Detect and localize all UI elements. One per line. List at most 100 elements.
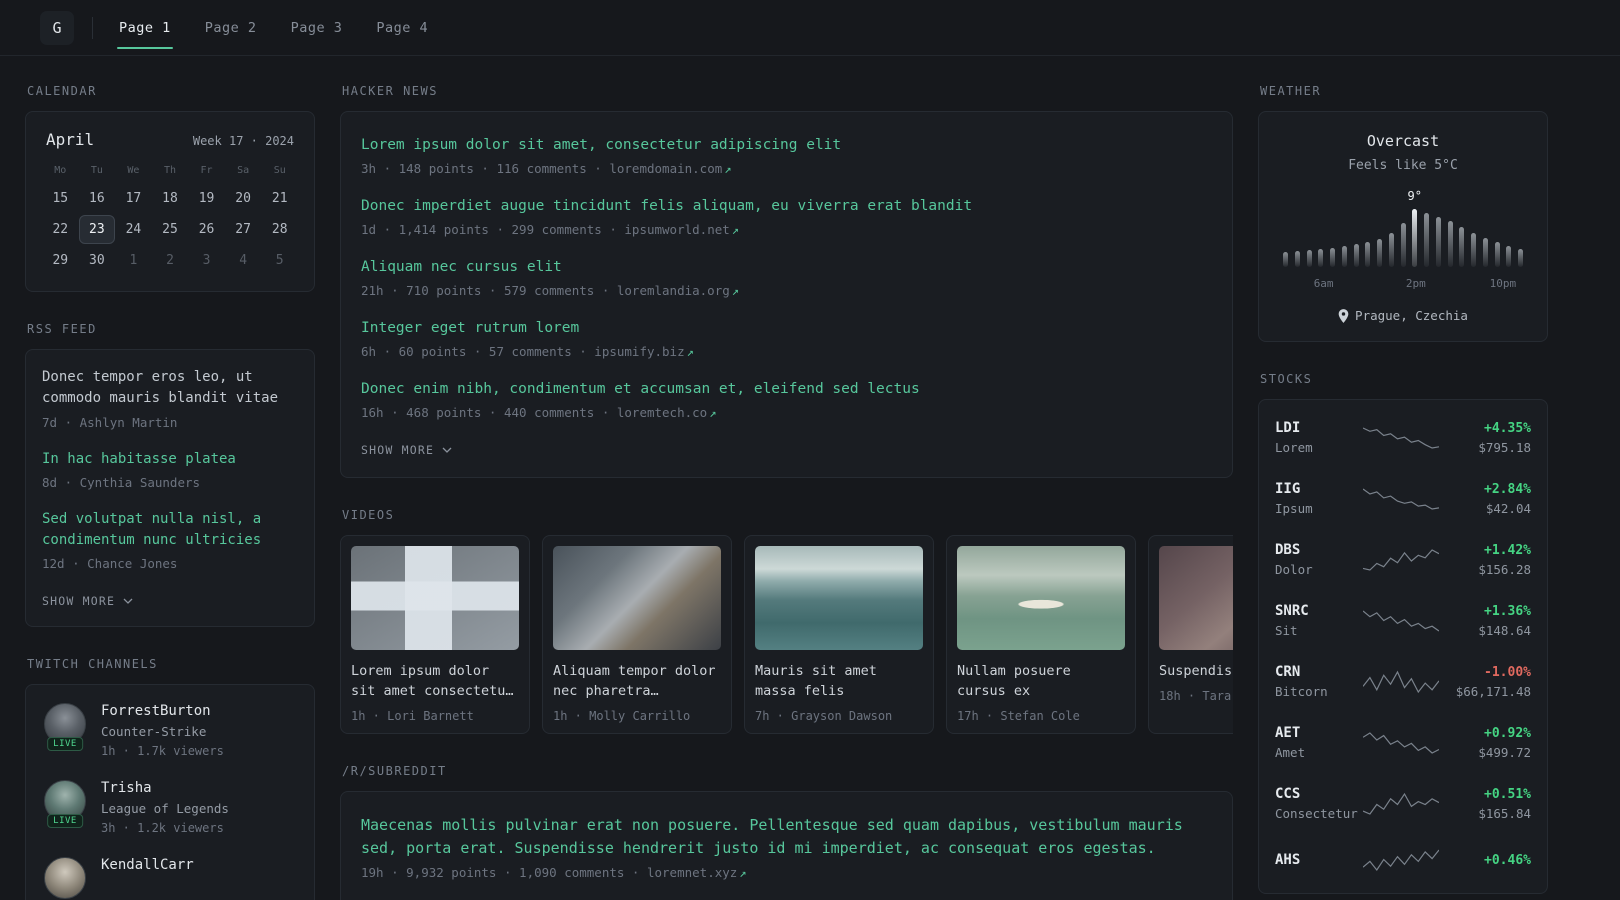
calendar-day[interactable]: 18 bbox=[152, 184, 189, 213]
calendar-day[interactable]: 29 bbox=[42, 246, 79, 275]
hackernews-show-more-button[interactable]: SHOW MORE bbox=[361, 441, 452, 461]
page-tab[interactable]: Page 3 bbox=[289, 14, 345, 42]
calendar-day[interactable]: 4 bbox=[225, 246, 262, 275]
stock-row[interactable]: IIG Ipsum +2.84% $42.04 bbox=[1275, 468, 1531, 529]
rss-item-title[interactable]: In hac habitasse platea bbox=[42, 449, 298, 470]
calendar-day[interactable]: 28 bbox=[261, 215, 298, 244]
calendar-day[interactable]: 22 bbox=[42, 215, 79, 244]
item-meta-text: 6h · 60 points · 57 comments · bbox=[361, 344, 595, 360]
hackernews-card: Lorem ipsum dolor sit amet, consectetur … bbox=[340, 111, 1233, 479]
calendar-day[interactable]: 20 bbox=[225, 184, 262, 213]
stock-row[interactable]: SNRC Sit +1.36% $148.64 bbox=[1275, 590, 1531, 651]
stock-change: +1.42% bbox=[1484, 542, 1531, 558]
video-title[interactable]: Nullam posuere cursus ex bbox=[957, 661, 1125, 701]
item-domain-link[interactable]: loremnet.xyz bbox=[647, 865, 737, 880]
channel-game[interactable]: League of Legends bbox=[101, 801, 229, 816]
hackernews-item-title[interactable]: Lorem ipsum dolor sit amet, consectetur … bbox=[361, 134, 1212, 156]
stock-row[interactable]: CCS Consectetur +0.51% $165.84 bbox=[1275, 773, 1531, 834]
calendar-day-header: Fr bbox=[200, 165, 213, 176]
channel-name[interactable]: ForrestBurton bbox=[101, 703, 224, 719]
twitch-channel[interactable]: LIVE ForrestBurton Counter-Strike 1h · 1… bbox=[42, 703, 298, 758]
channel-info: Trisha League of Legends 3h · 1.2k viewe… bbox=[101, 780, 229, 835]
stock-price: $156.28 bbox=[1478, 561, 1531, 577]
calendar-day[interactable]: 25 bbox=[152, 215, 189, 244]
calendar-day[interactable]: 1 bbox=[115, 246, 152, 275]
item-domain-link[interactable]: loremtech.co bbox=[617, 405, 707, 420]
video-title[interactable]: Aliquam tempor dolor nec pharetra… bbox=[553, 661, 721, 701]
rss-item-title[interactable]: Donec tempor eros leo, ut commodo mauris… bbox=[42, 367, 298, 410]
map-pin-icon bbox=[1338, 308, 1349, 323]
item-meta-text: 19h · 9,932 points · 1,090 comments · bbox=[361, 864, 647, 880]
channel-name[interactable]: KendallCarr bbox=[101, 857, 194, 873]
video-card[interactable]: Mauris sit amet massa felis 7h · Grayson… bbox=[744, 535, 934, 735]
calendar-day[interactable]: 27 bbox=[225, 215, 262, 244]
weather-bar bbox=[1283, 252, 1288, 267]
stock-row[interactable]: CRN Bitcorn -1.00% $66,171.48 bbox=[1275, 651, 1531, 712]
video-thumbnail[interactable] bbox=[553, 546, 721, 651]
page-tab[interactable]: Page 2 bbox=[203, 14, 259, 42]
calendar-day[interactable]: 16 bbox=[79, 184, 116, 213]
twitch-channel[interactable]: LIVE Trisha League of Legends 3h · 1.2k … bbox=[42, 780, 298, 835]
stock-id: SNRC Sit bbox=[1275, 603, 1359, 638]
rss-item-meta: 7d · Ashlyn Martin bbox=[42, 414, 178, 430]
app-logo[interactable]: G bbox=[40, 10, 74, 45]
calendar-week-year: Week 17 · 2024 bbox=[192, 134, 294, 148]
calendar-day[interactable]: 3 bbox=[188, 246, 225, 275]
weather-location-text: Prague, Czechia bbox=[1355, 308, 1468, 323]
video-thumbnail[interactable] bbox=[1159, 546, 1233, 651]
video-thumbnail[interactable] bbox=[351, 546, 519, 651]
video-title[interactable]: Suspendisse diam bbox=[1159, 661, 1233, 681]
item-domain-link[interactable]: loremdomain.com bbox=[609, 161, 722, 176]
stock-symbol: IIG bbox=[1275, 481, 1301, 497]
video-card[interactable]: Aliquam tempor dolor nec pharetra… 1h · … bbox=[542, 535, 732, 735]
calendar-day[interactable]: 19 bbox=[188, 184, 225, 213]
weather-bar bbox=[1306, 250, 1312, 267]
external-link-icon: ↗ bbox=[724, 162, 732, 177]
page-tab[interactable]: Page 1 bbox=[117, 14, 173, 49]
calendar-day[interactable]: 30 bbox=[79, 246, 116, 275]
subreddit-item-title[interactable]: Maecenas mollis pulvinar erat non posuer… bbox=[361, 814, 1212, 860]
rss-item: Sed volutpat nulla nisl, a condimentum n… bbox=[42, 509, 298, 572]
hackernews-item-title[interactable]: Donec imperdiet augue tincidunt felis al… bbox=[361, 195, 1212, 217]
stock-price: $165.84 bbox=[1478, 805, 1531, 821]
weather-bar bbox=[1388, 233, 1394, 267]
calendar-day[interactable]: 24 bbox=[115, 215, 152, 244]
item-domain-link[interactable]: ipsumworld.net bbox=[624, 222, 729, 237]
stock-row[interactable]: AHS +0.46% bbox=[1275, 834, 1531, 886]
video-thumbnail[interactable] bbox=[957, 546, 1125, 651]
calendar-day[interactable]: 15 bbox=[42, 184, 79, 213]
rss-item-title[interactable]: Sed volutpat nulla nisl, a condimentum n… bbox=[42, 509, 298, 552]
item-meta-text: 1d · 1,414 points · 299 comments · bbox=[361, 222, 625, 238]
channel-name[interactable]: Trisha bbox=[101, 780, 229, 796]
video-card[interactable]: Nullam posuere cursus ex 17h · Stefan Co… bbox=[946, 535, 1136, 735]
item-domain-link[interactable]: ipsumify.biz bbox=[594, 344, 684, 359]
stock-row[interactable]: AET Amet +0.92% $499.72 bbox=[1275, 712, 1531, 773]
channel-game[interactable]: Counter-Strike bbox=[101, 724, 224, 739]
calendar-day[interactable]: 17 bbox=[115, 184, 152, 213]
video-card[interactable]: Lorem ipsum dolor sit amet consectetu… 1… bbox=[340, 535, 530, 735]
video-title[interactable]: Lorem ipsum dolor sit amet consectetu… bbox=[351, 661, 519, 701]
stock-row[interactable]: LDI Lorem +4.35% $795.18 bbox=[1275, 407, 1531, 468]
hackernews-item-title[interactable]: Aliquam nec cursus elit bbox=[361, 256, 1212, 278]
video-card[interactable]: Suspendisse diam 18h · Tara bbox=[1148, 535, 1233, 735]
video-thumbnail[interactable] bbox=[755, 546, 923, 651]
twitch-channel[interactable]: KendallCarr bbox=[42, 857, 298, 900]
calendar-card: April Week 17 · 2024 Mo Tu We Th Fr Sa Su 15 16… bbox=[25, 111, 315, 292]
page-tab[interactable]: Page 4 bbox=[374, 14, 430, 42]
stock-symbol: SNRC bbox=[1275, 603, 1309, 619]
rss-show-more-button[interactable]: SHOW MORE bbox=[42, 592, 133, 612]
hackernews-item: Donec imperdiet augue tincidunt felis al… bbox=[361, 195, 1212, 237]
chevron-down-icon bbox=[123, 598, 133, 605]
video-title[interactable]: Mauris sit amet massa felis bbox=[755, 661, 923, 701]
calendar-day[interactable]: 23 bbox=[78, 215, 116, 244]
stock-row[interactable]: DBS Dolor +1.42% $156.28 bbox=[1275, 529, 1531, 590]
calendar-day[interactable]: 5 bbox=[261, 246, 298, 275]
calendar-day[interactable]: 26 bbox=[188, 215, 225, 244]
calendar-day[interactable]: 2 bbox=[152, 246, 189, 275]
hackernews-item-title[interactable]: Integer eget rutrum lorem bbox=[361, 317, 1212, 339]
weather-feels-like: Feels like 5°C bbox=[1348, 158, 1458, 173]
stock-sparkline bbox=[1363, 488, 1439, 510]
hackernews-item-title[interactable]: Donec enim nibh, condimentum et accumsan… bbox=[361, 378, 1212, 400]
item-domain-link[interactable]: loremlandia.org bbox=[617, 283, 730, 298]
calendar-day[interactable]: 21 bbox=[261, 184, 298, 213]
